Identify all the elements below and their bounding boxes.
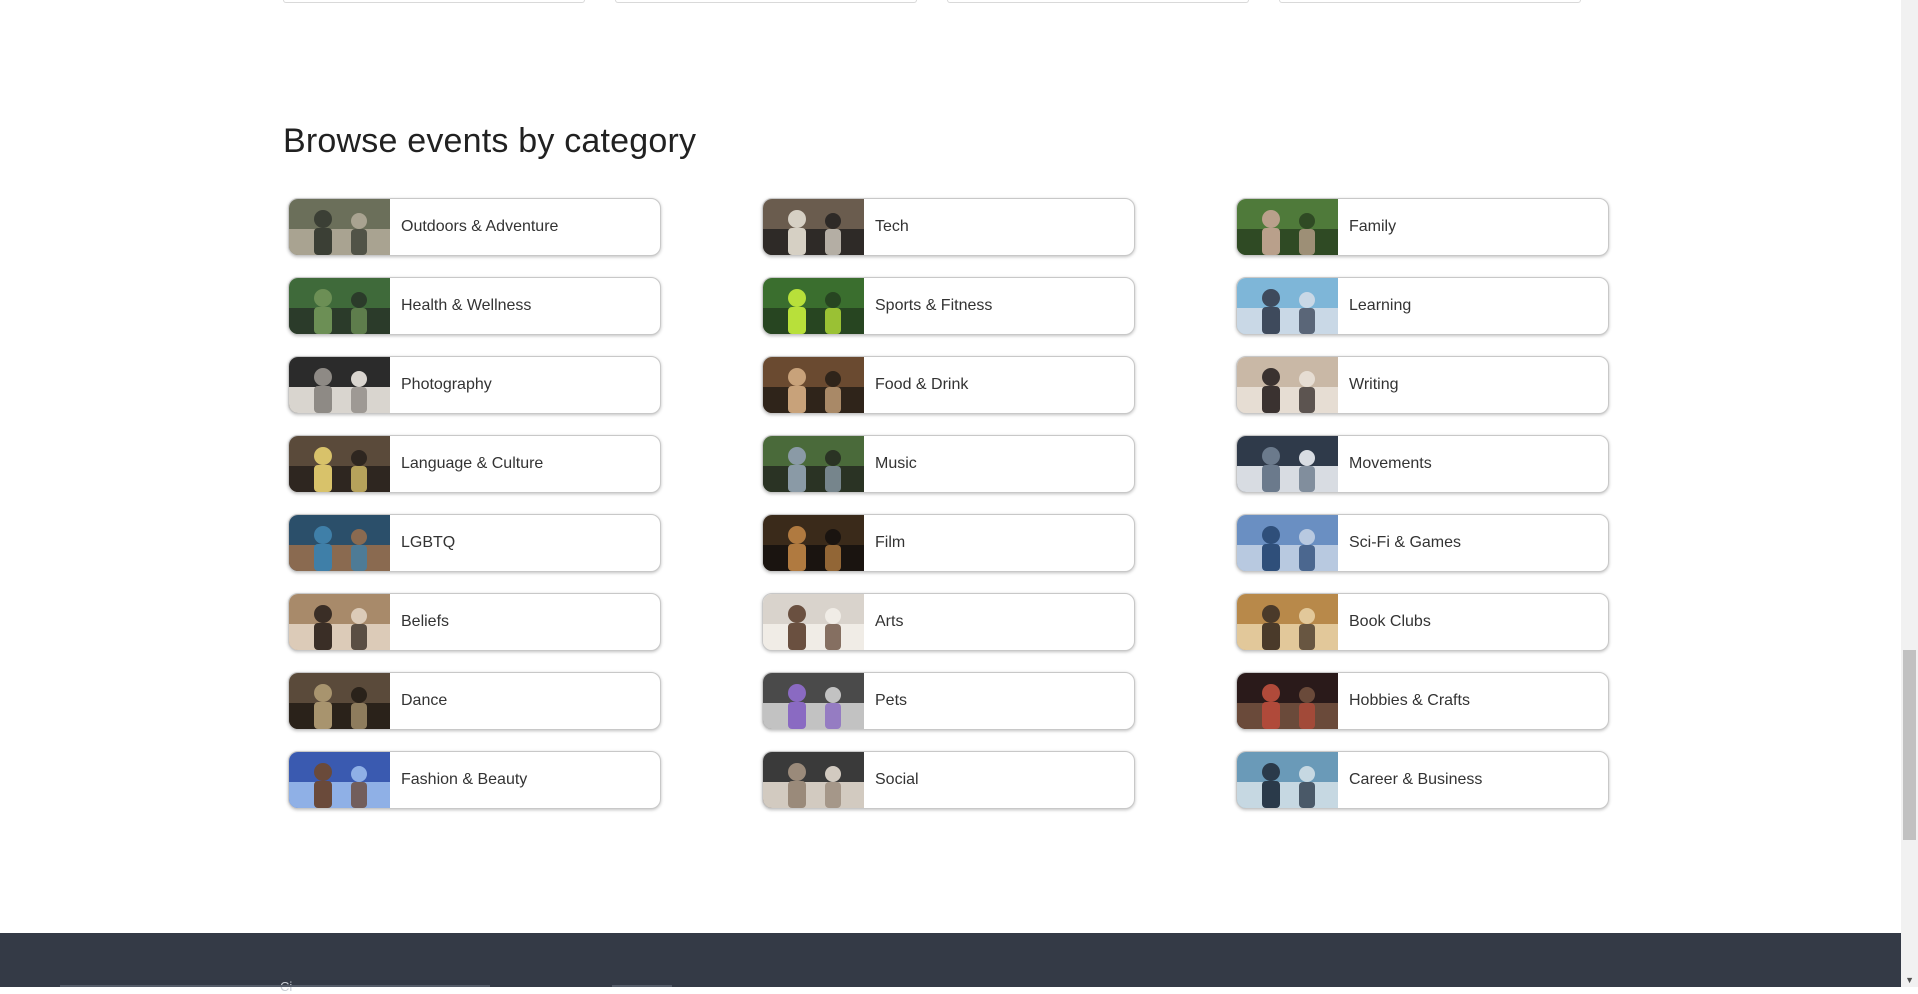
vertical-scrollbar[interactable]: ▼ <box>1901 0 1918 987</box>
category-link-tech[interactable]: Tech <box>762 198 1135 256</box>
category-label: Beliefs <box>401 613 450 630</box>
writing-thumbnail <box>1237 357 1338 413</box>
category-link-music[interactable]: Music <box>762 435 1135 493</box>
learning-thumbnail <box>1237 278 1338 334</box>
category-link-language-culture[interactable]: Language & Culture <box>288 435 661 493</box>
category-link-food-drink[interactable]: Food & Drink <box>762 356 1135 414</box>
outdoors-adventure-thumbnail <box>289 199 390 255</box>
previous-section-card-edges <box>283 0 1583 4</box>
category-label: Book Clubs <box>1349 613 1431 630</box>
footer: Ci <box>0 933 1901 994</box>
category-label: Pets <box>875 692 908 709</box>
category-link-career-business[interactable]: Career & Business <box>1236 751 1609 809</box>
category-link-writing[interactable]: Writing <box>1236 356 1609 414</box>
tech-thumbnail <box>763 199 864 255</box>
category-label: Language & Culture <box>401 455 544 472</box>
sports-fitness-thumbnail <box>763 278 864 334</box>
card-edge <box>1279 0 1581 3</box>
section-title: Browse events by category <box>283 122 697 160</box>
category-link-movements[interactable]: Movements <box>1236 435 1609 493</box>
category-label: Sports & Fitness <box>875 297 993 314</box>
browse-categories-section: Browse events by category Outdoors & Adv… <box>283 118 1613 809</box>
food-drink-thumbnail <box>763 357 864 413</box>
music-thumbnail <box>763 436 864 492</box>
category-label: LGBTQ <box>401 534 456 551</box>
category-label: Movements <box>1349 455 1432 472</box>
scifi-games-thumbnail <box>1237 515 1338 571</box>
category-label: Career & Business <box>1349 771 1483 788</box>
category-label: Film <box>875 534 906 551</box>
category-link-film[interactable]: Film <box>762 514 1135 572</box>
category-label: Learning <box>1349 297 1412 314</box>
category-link-dance[interactable]: Dance <box>288 672 661 730</box>
category-label: Dance <box>401 692 448 709</box>
category-label: Photography <box>401 376 492 393</box>
category-label: Writing <box>1349 376 1399 393</box>
category-label: Hobbies & Crafts <box>1349 692 1470 709</box>
category-link-pets[interactable]: Pets <box>762 672 1135 730</box>
category-label: Food & Drink <box>875 376 969 393</box>
beliefs-thumbnail <box>289 594 390 650</box>
lgbtq-thumbnail <box>289 515 390 571</box>
hobbies-crafts-thumbnail <box>1237 673 1338 729</box>
card-edge <box>615 0 917 3</box>
photography-thumbnail <box>289 357 390 413</box>
pets-thumbnail <box>763 673 864 729</box>
language-culture-thumbnail <box>289 436 390 492</box>
category-link-learning[interactable]: Learning <box>1236 277 1609 335</box>
category-link-beliefs[interactable]: Beliefs <box>288 593 661 651</box>
category-link-family[interactable]: Family <box>1236 198 1609 256</box>
category-link-outdoors-adventure[interactable]: Outdoors & Adventure <box>288 198 661 256</box>
category-link-social[interactable]: Social <box>762 751 1135 809</box>
card-edge <box>947 0 1249 3</box>
family-thumbnail <box>1237 199 1338 255</box>
film-thumbnail <box>763 515 864 571</box>
category-label: Arts <box>875 613 904 630</box>
social-thumbnail <box>763 752 864 808</box>
arts-thumbnail <box>763 594 864 650</box>
career-business-thumbnail <box>1237 752 1338 808</box>
category-label: Outdoors & Adventure <box>401 218 559 235</box>
category-label: Social <box>875 771 919 788</box>
category-label: Tech <box>875 218 909 235</box>
category-grid: Outdoors & Adventure Tech Family Health & W… <box>288 198 1609 809</box>
category-link-health-wellness[interactable]: Health & Wellness <box>288 277 661 335</box>
category-label: Fashion & Beauty <box>401 771 528 788</box>
fashion-beauty-thumbnail <box>289 752 390 808</box>
category-label: Health & Wellness <box>401 297 532 314</box>
movements-thumbnail <box>1237 436 1338 492</box>
dance-thumbnail <box>289 673 390 729</box>
category-link-photography[interactable]: Photography <box>288 356 661 414</box>
category-link-book-clubs[interactable]: Book Clubs <box>1236 593 1609 651</box>
category-label: Family <box>1349 218 1397 235</box>
category-label: Sci-Fi & Games <box>1349 534 1462 551</box>
category-link-lgbtq[interactable]: LGBTQ <box>288 514 661 572</box>
book-clubs-thumbnail <box>1237 594 1338 650</box>
scroll-down-arrow-icon[interactable]: ▼ <box>1905 975 1914 985</box>
scrollbar-thumb[interactable] <box>1903 650 1916 840</box>
category-link-sports-fitness[interactable]: Sports & Fitness <box>762 277 1135 335</box>
category-link-fashion-beauty[interactable]: Fashion & Beauty <box>288 751 661 809</box>
category-link-arts[interactable]: Arts <box>762 593 1135 651</box>
category-link-hobbies-crafts[interactable]: Hobbies & Crafts <box>1236 672 1609 730</box>
card-edge <box>283 0 585 3</box>
category-link-sci-fi-games[interactable]: Sci-Fi & Games <box>1236 514 1609 572</box>
health-wellness-thumbnail <box>289 278 390 334</box>
category-label: Music <box>875 455 917 472</box>
